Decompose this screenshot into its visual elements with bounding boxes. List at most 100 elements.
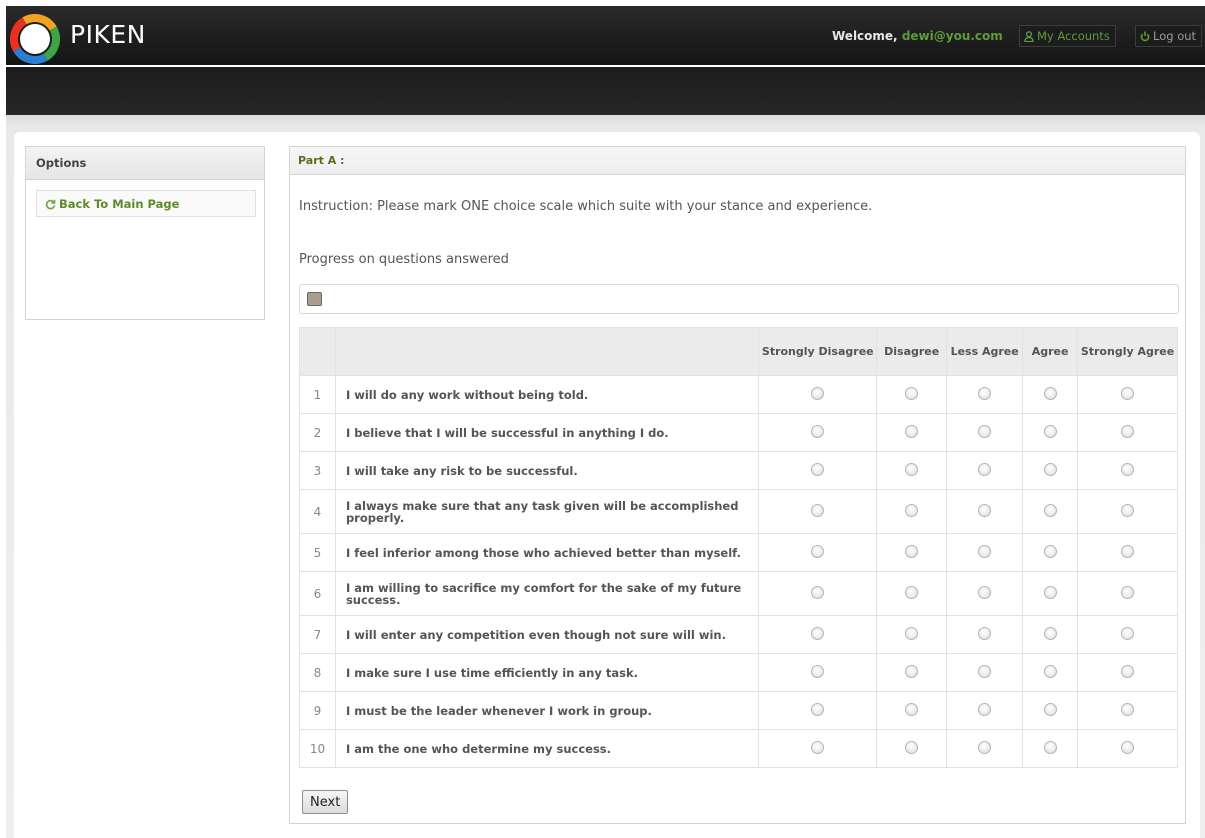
answer-radio[interactable]	[905, 424, 919, 438]
answer-radio[interactable]	[811, 664, 825, 678]
answer-radio[interactable]	[811, 462, 825, 476]
option-cell	[758, 653, 878, 692]
question-number: 7	[299, 615, 336, 654]
answer-radio[interactable]	[1043, 544, 1057, 558]
question-text: I am the one who determine my success.	[334, 729, 760, 768]
option-cell	[1022, 615, 1079, 654]
option-cell	[1022, 489, 1079, 534]
question-number: 2	[299, 413, 336, 452]
header-option-2: Less Agree	[946, 327, 1024, 376]
answer-radio[interactable]	[1121, 503, 1135, 517]
answer-radio[interactable]	[1121, 544, 1135, 558]
piken-logo-icon	[10, 14, 60, 64]
option-cell	[946, 729, 1024, 768]
option-cell	[946, 413, 1024, 452]
option-cell	[876, 653, 948, 692]
answer-radio[interactable]	[978, 386, 992, 400]
question-text: I am willing to sacrifice my comfort for…	[334, 571, 760, 616]
question-number: 10	[299, 729, 336, 768]
answer-radio[interactable]	[1043, 626, 1057, 640]
answer-radio[interactable]	[811, 740, 825, 754]
answer-radio[interactable]	[1121, 664, 1135, 678]
answer-radio[interactable]	[1121, 626, 1135, 640]
question-number: 9	[299, 691, 336, 730]
option-cell	[876, 489, 948, 534]
answer-radio[interactable]	[978, 503, 992, 517]
answer-radio[interactable]	[905, 740, 919, 754]
answer-radio[interactable]	[978, 702, 992, 716]
answer-radio[interactable]	[811, 544, 825, 558]
answer-radio[interactable]	[1121, 462, 1135, 476]
answer-radio[interactable]	[811, 585, 825, 599]
option-cell	[1022, 533, 1079, 572]
survey-panel: Part A : Instruction: Please mark ONE ch…	[289, 146, 1186, 824]
answer-radio[interactable]	[978, 664, 992, 678]
back-to-main-link[interactable]: Back To Main Page	[36, 190, 256, 217]
answer-radio[interactable]	[811, 424, 825, 438]
answer-radio[interactable]	[1043, 740, 1057, 754]
answer-radio[interactable]	[1043, 585, 1057, 599]
progress-bar-fill	[307, 292, 322, 306]
next-button[interactable]: Next	[302, 790, 349, 814]
option-cell	[1077, 413, 1178, 452]
progress-bar	[299, 284, 1179, 314]
answer-radio[interactable]	[978, 544, 992, 558]
question-number: 4	[299, 489, 336, 534]
option-cell	[758, 533, 878, 572]
welcome-prefix: Welcome,	[832, 29, 898, 43]
answer-radio[interactable]	[905, 664, 919, 678]
answer-radio[interactable]	[905, 585, 919, 599]
answer-radio[interactable]	[811, 626, 825, 640]
option-cell	[876, 533, 948, 572]
answer-radio[interactable]	[811, 386, 825, 400]
answer-radio[interactable]	[905, 386, 919, 400]
option-cell	[1077, 615, 1178, 654]
question-text: I always make sure that any task given w…	[334, 489, 760, 534]
logout-button[interactable]: Log out	[1135, 25, 1203, 47]
header-option-3: Agree	[1022, 327, 1079, 376]
answer-radio[interactable]	[1121, 740, 1135, 754]
answer-radio[interactable]	[905, 462, 919, 476]
answer-radio[interactable]	[1043, 702, 1057, 716]
option-cell	[1022, 729, 1079, 768]
option-cell	[946, 451, 1024, 490]
answer-radio[interactable]	[1043, 386, 1057, 400]
question-number: 3	[299, 451, 336, 490]
answer-radio[interactable]	[1121, 702, 1135, 716]
answer-radio[interactable]	[978, 626, 992, 640]
answer-radio[interactable]	[1043, 462, 1057, 476]
answer-radio[interactable]	[905, 702, 919, 716]
refresh-icon	[45, 199, 56, 210]
answer-radio[interactable]	[1043, 664, 1057, 678]
answer-radio[interactable]	[1121, 386, 1135, 400]
my-accounts-button[interactable]: My Accounts	[1019, 25, 1116, 47]
answer-radio[interactable]	[1043, 424, 1057, 438]
answer-radio[interactable]	[1121, 424, 1135, 438]
answer-radio[interactable]	[978, 424, 992, 438]
question-row: 4I always make sure that any task given …	[299, 489, 1178, 534]
answer-radio[interactable]	[905, 626, 919, 640]
option-cell	[1077, 729, 1178, 768]
answer-radio[interactable]	[1121, 585, 1135, 599]
question-row: 6I am willing to sacrifice my comfort fo…	[299, 571, 1178, 616]
answer-radio[interactable]	[978, 462, 992, 476]
question-row: 8I make sure I use time efficiently in a…	[299, 653, 1178, 692]
question-number: 8	[299, 653, 336, 692]
question-table: Strongly Disagree Disagree Less Agree Agree…	[299, 327, 1178, 768]
answer-radio[interactable]	[978, 585, 992, 599]
brand-name: PIKEN	[70, 20, 146, 49]
question-row: 7I will enter any competition even thoug…	[299, 615, 1178, 654]
welcome-text: Welcome, dewi@you.com	[832, 29, 1003, 43]
answer-radio[interactable]	[905, 503, 919, 517]
top-header: PIKEN Welcome, dewi@you.com My Accounts …	[6, 6, 1205, 65]
answer-radio[interactable]	[978, 740, 992, 754]
header-question	[334, 327, 760, 376]
answer-radio[interactable]	[1043, 503, 1057, 517]
answer-radio[interactable]	[905, 544, 919, 558]
option-cell	[946, 375, 1024, 414]
answer-radio[interactable]	[811, 503, 825, 517]
my-accounts-label: My Accounts	[1037, 29, 1110, 43]
question-text: I make sure I use time efficiently in an…	[334, 653, 760, 692]
answer-radio[interactable]	[811, 702, 825, 716]
option-cell	[1077, 451, 1178, 490]
